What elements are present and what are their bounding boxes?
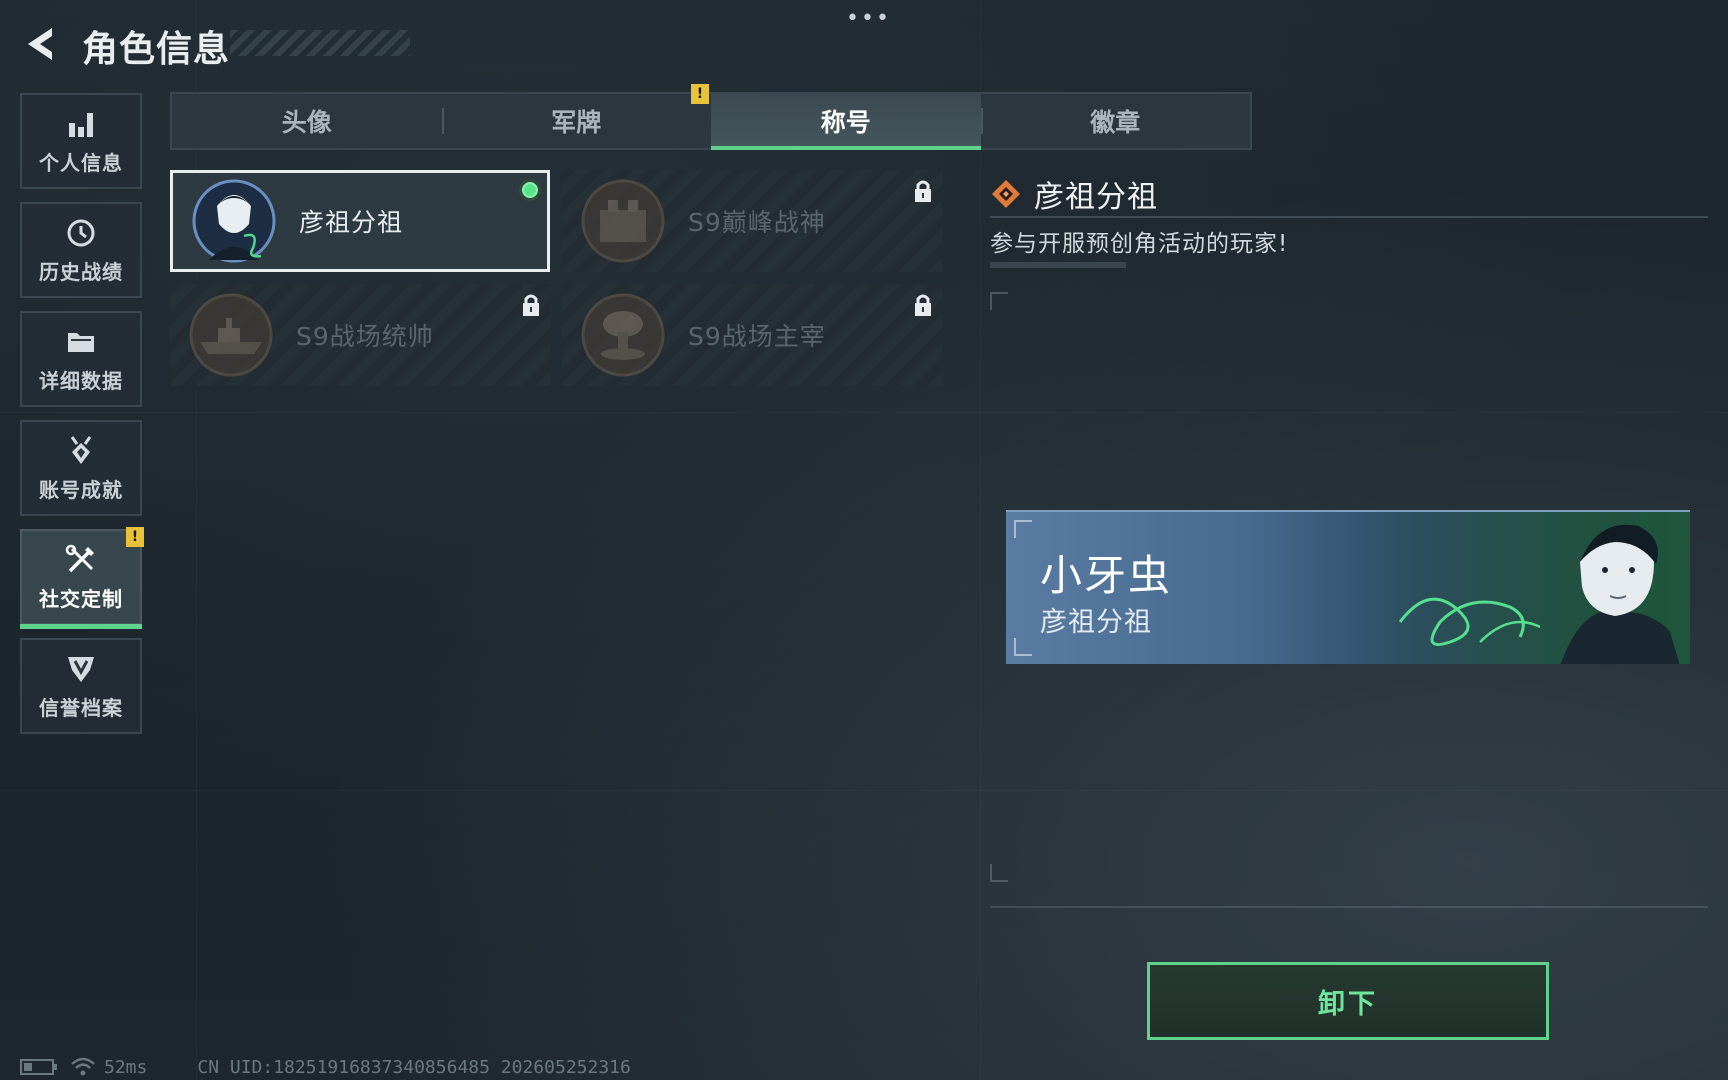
title-card[interactable]: S9战场主宰 <box>562 284 942 386</box>
ping-readout: 52ms <box>104 1056 148 1078</box>
divider <box>990 906 1708 908</box>
frame-corner <box>990 864 1008 882</box>
frame-corner <box>1014 638 1032 656</box>
preview-player-name: 小牙虫 <box>1040 551 1173 600</box>
lock-icon <box>523 294 539 316</box>
tools-icon <box>65 544 94 572</box>
lock-icon <box>915 294 931 316</box>
detail-description: 参与开服预创角活动的玩家! <box>990 231 1289 257</box>
medal-icon <box>70 435 92 464</box>
uid-readout: CN UID:18251916837340856485 202605252316 <box>197 1056 631 1078</box>
tab-avatar[interactable]: 头像 <box>172 94 442 148</box>
sidebar-item-label: 社交定制 <box>39 586 123 611</box>
battery-icon <box>20 1059 57 1075</box>
equipped-indicator <box>519 179 541 201</box>
tab-title[interactable]: 称号 <box>711 94 981 150</box>
sidebar-item-credit-record[interactable]: 信誉档案 <box>20 638 142 734</box>
fortress-icon <box>581 179 665 263</box>
alert-badge: ! <box>126 527 144 547</box>
bg-grid-line <box>0 412 1728 413</box>
clock-icon <box>67 219 95 246</box>
back-arrow-icon <box>28 28 52 60</box>
sidebar-item-label: 账号成就 <box>39 477 123 502</box>
tab-alert-badge: ! <box>691 84 709 104</box>
warship-icon <box>189 293 273 377</box>
divider <box>990 216 1708 218</box>
folder-icon <box>68 332 94 352</box>
bg-grid-line <box>196 0 197 1080</box>
title-card[interactable]: S9战场统帅 <box>170 284 550 386</box>
tab-bar: 头像 军牌 称号 徽章 <box>170 92 1252 150</box>
tab-badge[interactable]: 徽章 <box>980 94 1251 148</box>
frame-corner <box>990 292 1008 310</box>
portrait-art <box>1360 512 1690 664</box>
title-card[interactable]: S9巅峰战神 <box>562 170 942 272</box>
sidebar-item-label: 个人信息 <box>39 150 123 175</box>
unequip-button[interactable]: 卸下 <box>1147 962 1549 1040</box>
sidebar-item-label: 详细数据 <box>39 368 123 393</box>
tab-dog-tag[interactable]: 军牌 <box>441 94 712 148</box>
title-card-name: S9战场统帅 <box>296 322 434 351</box>
sidebar-item-label: 历史战绩 <box>39 259 123 284</box>
unequip-label: 卸下 <box>1318 988 1378 1020</box>
title-decoration <box>230 30 410 56</box>
title-preview-banner: 小牙虫 彦祖分祖 <box>1006 510 1690 664</box>
mushroom-cloud-icon <box>581 293 665 377</box>
sidebar-item-detailed-data[interactable]: 详细数据 <box>20 311 142 407</box>
sidebar: 个人信息 历史战绩 详细数据 账号成就 ! 社交定制 信誉档案 <box>20 93 144 747</box>
frame-corner <box>1014 520 1032 538</box>
bar-chart-icon <box>69 112 93 137</box>
preview-title: 彦祖分祖 <box>1040 607 1152 638</box>
sidebar-item-achievements[interactable]: 账号成就 <box>20 420 142 516</box>
sidebar-item-personal-info[interactable]: 个人信息 <box>20 93 142 189</box>
sidebar-item-match-history[interactable]: 历史战绩 <box>20 202 142 298</box>
portrait-icon <box>192 179 276 263</box>
title-card[interactable]: 彦祖分祖 <box>170 170 550 272</box>
title-card-name: S9巅峰战神 <box>688 208 826 237</box>
page-title: 角色信息 <box>82 29 231 70</box>
detail-title: 彦祖分祖 <box>1034 180 1158 215</box>
lock-icon <box>915 180 931 202</box>
back-button[interactable] <box>18 22 62 66</box>
sidebar-item-label: 信誉档案 <box>39 695 123 720</box>
detail-decoration <box>990 262 1126 268</box>
sidebar-item-social-custom[interactable]: ! 社交定制 <box>20 527 144 629</box>
shield-icon <box>68 656 94 682</box>
bg-grid-line <box>0 790 1728 791</box>
status-bar: 52ms CN UID:18251916837340856485 2026052… <box>20 1056 631 1078</box>
wifi-icon <box>71 1057 95 1076</box>
diamond-icon <box>992 180 1020 208</box>
more-options-button[interactable]: ••• <box>846 6 891 31</box>
title-card-name: S9战场主宰 <box>688 322 826 351</box>
detail-header: 彦祖分祖 <box>990 172 1158 216</box>
bg-grid-line <box>980 0 981 1080</box>
screen: ••• 角色信息 个人信息 历史战绩 详细数据 账号成就 ! 社交定制 信誉档案… <box>0 0 1728 1080</box>
title-card-name: 彦祖分祖 <box>299 208 404 237</box>
